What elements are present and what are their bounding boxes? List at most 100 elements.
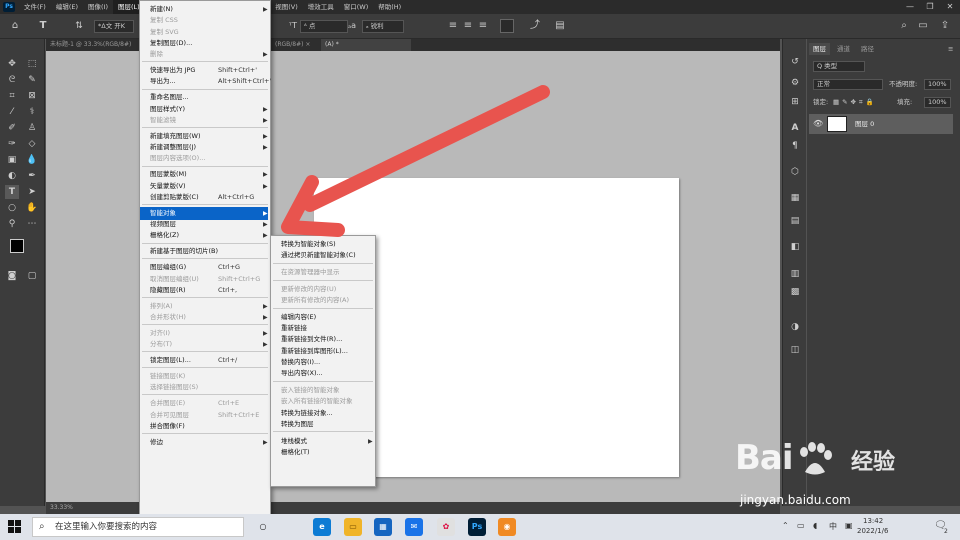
edge-icon[interactable]: e	[313, 518, 331, 536]
photoshop-icon[interactable]: Ps	[468, 518, 486, 536]
adjustments-panel-icon[interactable]: ⊞	[788, 95, 802, 109]
character-panel-icon[interactable]: A	[788, 121, 802, 135]
gradient-tool-icon[interactable]: ▣	[5, 153, 19, 167]
clock-time[interactable]: 13:42	[863, 517, 883, 525]
layer-name[interactable]: 图层 0	[855, 114, 874, 134]
layer-menu-item[interactable]: 图层内容选项(O)...	[140, 152, 268, 165]
marquee-tool-icon[interactable]: ⬚	[25, 57, 39, 71]
layer-menu-item[interactable]: 分布(T) ▶	[140, 338, 268, 351]
type-tool-icon[interactable]: T	[36, 19, 50, 33]
menu-0[interactable]: 文件(F)	[19, 0, 51, 14]
home-icon[interactable]: ⌂	[8, 19, 22, 33]
path-select-icon[interactable]: ➤	[25, 185, 39, 199]
smart-menu-item[interactable]: 在资源管理器中显示	[271, 266, 373, 279]
search-icon[interactable]: ⌕	[897, 19, 911, 33]
styles-panel-icon[interactable]: ◑	[788, 320, 802, 334]
cortana-icon[interactable]: ○	[254, 518, 272, 536]
antialias-select[interactable]: ₐ 锐利	[362, 20, 404, 33]
quick-mask-icon[interactable]: ◙	[5, 269, 19, 283]
smart-menu-item[interactable]: 导出内容(X)...	[271, 367, 373, 380]
move-tool-icon[interactable]: ✥	[5, 57, 19, 71]
eraser-tool-icon[interactable]: ◇	[25, 137, 39, 151]
layer-menu-item[interactable]: 选择链接图层(S)	[140, 381, 268, 394]
blend-mode-select[interactable]: 正常	[813, 79, 883, 90]
layer-menu-item[interactable]: 创建剪贴蒙版(C) Alt+Ctrl+G	[140, 191, 268, 204]
healing-brush-icon[interactable]: ⚕	[25, 105, 39, 119]
tray-volume-icon[interactable]: ◖	[813, 521, 817, 530]
taskbar-search-box[interactable]: ⌕ 在这里输入你要搜索的内容	[32, 517, 244, 537]
mail-icon[interactable]: ✉	[405, 518, 423, 536]
layer-row[interactable]: 👁 图层 0	[809, 114, 953, 134]
hand-tool-icon[interactable]: ✋	[25, 201, 39, 215]
menu-2[interactable]: 图像(I)	[83, 0, 113, 14]
tab-layers[interactable]: 图层	[809, 43, 830, 55]
paint-icon[interactable]: ✿	[437, 518, 455, 536]
screen-mode-icon[interactable]: ▢	[25, 269, 39, 283]
panel-menu-icon[interactable]: ≡	[944, 43, 957, 55]
tab-document-3[interactable]: (A) *	[321, 39, 411, 51]
history-panel-icon[interactable]: ↺	[788, 55, 802, 69]
menu-8[interactable]: 视图(V)	[270, 0, 303, 14]
patterns-panel-icon[interactable]: ▩	[788, 285, 802, 299]
store-icon[interactable]: ▦	[374, 518, 392, 536]
quick-select-icon[interactable]: ✎	[25, 73, 39, 87]
libraries-panel-icon[interactable]: ▥	[788, 267, 802, 281]
explorer-icon[interactable]: ▭	[344, 518, 362, 536]
tab-channels[interactable]: 通道	[833, 43, 854, 55]
layer-menu-item[interactable]: 修边 ▶	[140, 436, 268, 449]
type-tool-icon[interactable]: T	[5, 185, 19, 199]
more-tools-icon[interactable]: ⋯	[25, 217, 39, 231]
paragraph-panel-icon[interactable]: ¶	[788, 139, 802, 153]
workspace-icon[interactable]: ▭	[916, 19, 930, 33]
app-orange-icon[interactable]: ◉	[498, 518, 516, 536]
align-center-icon[interactable]: ≡	[461, 19, 475, 33]
tray-people-icon[interactable]: ⌃	[782, 521, 789, 530]
brush-tool-icon[interactable]: ✐	[5, 121, 19, 135]
frame-tool-icon[interactable]: ⊠	[25, 89, 39, 103]
font-family-select[interactable]: *Δ文 开K	[94, 20, 134, 33]
menu-9[interactable]: 增效工具	[303, 0, 339, 14]
channels-panel-icon[interactable]: ◫	[788, 343, 802, 357]
gradient-panel-icon[interactable]: ◧	[788, 240, 802, 254]
tray-app-icon[interactable]: ▣	[845, 521, 853, 530]
align-left-icon[interactable]: ≡	[446, 19, 460, 33]
clock-date[interactable]: 2022/1/6	[857, 527, 888, 535]
layer-menu-item[interactable]: 删除 ▶	[140, 48, 268, 61]
minimize-icon[interactable]: —	[900, 0, 920, 14]
visibility-eye-icon[interactable]: 👁	[813, 114, 823, 134]
layer-menu-item[interactable]: 栅格化(Z) ▶	[140, 229, 268, 242]
smart-menu-item[interactable]: 转换为图层	[271, 418, 373, 431]
tab-paths[interactable]: 路径	[857, 43, 878, 55]
properties-panel-icon[interactable]: ⚙	[788, 76, 802, 90]
lasso-tool-icon[interactable]: ᘓ	[5, 73, 19, 87]
layer-menu-item[interactable]: 导出为... Alt+Shift+Ctrl+'	[140, 75, 271, 88]
layer-menu-item[interactable]: 新建基于图层的切片(B)	[140, 245, 268, 258]
layer-menu-item[interactable]: 锁定图层(L)... Ctrl+/	[140, 354, 268, 367]
smart-menu-item[interactable]: 通过拷贝新建智能对象(C)	[271, 249, 373, 262]
text-orientation-icon[interactable]: ⇅	[72, 19, 86, 33]
eyedropper-icon[interactable]: ⁄	[5, 105, 19, 119]
history-brush-icon[interactable]: ✑	[5, 137, 19, 151]
layer-menu-item[interactable]: 合并形状(H) ▶	[140, 311, 268, 324]
align-right-icon[interactable]: ≡	[476, 19, 490, 33]
close-icon[interactable]: ✕	[940, 0, 960, 14]
opacity-input[interactable]: 100%	[924, 79, 951, 90]
smart-menu-item[interactable]: 更新所有修改的内容(A)	[271, 294, 373, 307]
start-button[interactable]	[8, 520, 22, 534]
layer-menu-item[interactable]: 拼合图像(F)	[140, 420, 268, 433]
character-panel-icon[interactable]: ▤	[553, 19, 567, 33]
menu-11[interactable]: 帮助(H)	[373, 0, 406, 14]
swatches-panel-icon[interactable]: ▤	[788, 214, 802, 228]
restore-icon[interactable]: ❐	[920, 0, 940, 14]
menu-1[interactable]: 编辑(E)	[51, 0, 83, 14]
stamp-tool-icon[interactable]: ♙	[25, 121, 39, 135]
ellipse-tool-icon[interactable]: ○	[5, 201, 19, 215]
fill-input[interactable]: 100%	[924, 97, 951, 108]
layer-menu-item[interactable]: 隐藏图层(R) Ctrl+,	[140, 284, 268, 297]
tab-document-2[interactable]: (RGB/8#) ×	[271, 39, 321, 51]
tray-ime-icon[interactable]: 中	[829, 521, 837, 532]
pen-tool-icon[interactable]: ✒	[25, 169, 39, 183]
tray-network-icon[interactable]: ▭	[797, 521, 805, 530]
tab-document-1[interactable]: 未标题-1 @ 33.3%(RGB/8#)	[46, 39, 136, 51]
blur-tool-icon[interactable]: 💧	[25, 153, 39, 167]
